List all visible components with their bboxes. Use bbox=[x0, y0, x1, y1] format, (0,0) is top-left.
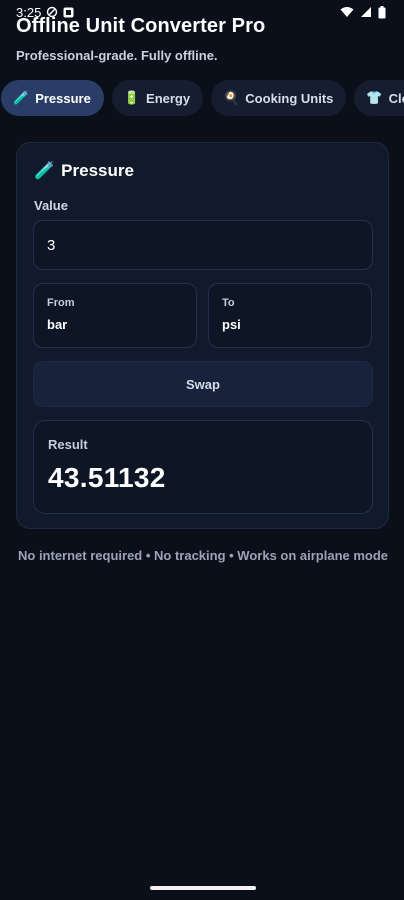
frying-pan-icon: 🍳 bbox=[223, 90, 240, 105]
to-label: To bbox=[222, 297, 235, 309]
test-tube-icon: 🧪 bbox=[13, 90, 30, 105]
converter-title: 🧪 Pressure bbox=[34, 161, 134, 181]
to-unit-select[interactable]: To psi bbox=[208, 283, 372, 348]
home-indicator[interactable] bbox=[150, 886, 256, 890]
from-value: bar bbox=[47, 317, 68, 332]
app-title: Offline Unit Converter Pro bbox=[16, 15, 266, 37]
app-subtitle: Professional-grade. Fully offline. bbox=[16, 48, 218, 63]
result-label: Result bbox=[48, 437, 88, 452]
to-value: psi bbox=[222, 317, 241, 332]
from-label: From bbox=[47, 297, 75, 309]
tab-pressure[interactable]: 🧪 Pressure bbox=[1, 80, 104, 116]
category-tabs: 🧪 Pressure 🔋 Energy 🍳 Cooking Units 👕 Cl… bbox=[0, 80, 404, 116]
result-box: Result 43.51132 bbox=[33, 420, 373, 514]
wifi-icon bbox=[340, 6, 354, 18]
tab-label: Cooking Units bbox=[245, 90, 334, 106]
test-tube-icon: 🧪 bbox=[34, 161, 56, 180]
status-right bbox=[340, 5, 386, 19]
battery-emoji-icon: 🔋 bbox=[123, 90, 141, 105]
tshirt-icon: 👕 bbox=[366, 90, 383, 105]
swap-button[interactable]: Swap bbox=[33, 361, 373, 407]
tab-cooking-units[interactable]: 🍳 Cooking Units bbox=[211, 80, 347, 116]
tab-energy[interactable]: 🔋 Energy bbox=[111, 80, 204, 116]
tab-label: Pressure bbox=[35, 90, 91, 106]
value-label: Value bbox=[34, 198, 68, 213]
battery-icon bbox=[378, 5, 386, 19]
tab-label: Energy bbox=[146, 90, 191, 106]
value-input[interactable] bbox=[33, 220, 373, 270]
footer-note: No internet required • No tracking • Wor… bbox=[18, 548, 389, 563]
tab-label: Clothing bbox=[388, 90, 404, 106]
signal-icon bbox=[360, 6, 372, 18]
result-value: 43.51132 bbox=[48, 462, 166, 493]
from-unit-select[interactable]: From bar bbox=[33, 283, 197, 348]
tab-clothing[interactable]: 👕 Clothing bbox=[354, 80, 404, 116]
app-screen: 3:25 Offline Unit Converter Pro Professi… bbox=[0, 0, 404, 900]
converter-card: 🧪 Pressure Value From bar To psi Swap Re… bbox=[16, 142, 389, 529]
converter-title-text: Pressure bbox=[61, 161, 134, 180]
